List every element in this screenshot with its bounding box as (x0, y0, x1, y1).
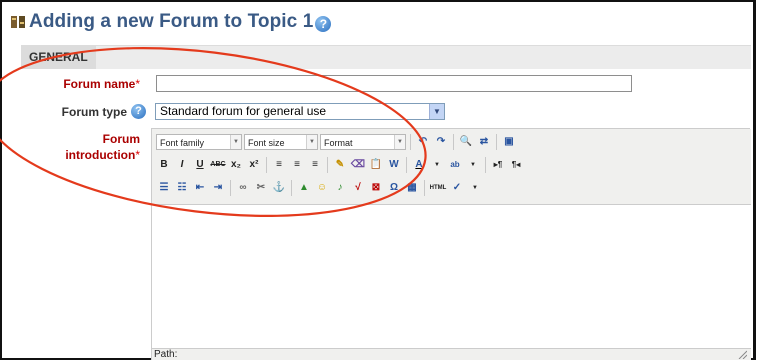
forum-type-selected-value: Standard forum for general use (160, 104, 327, 118)
toolbar-separator (291, 180, 292, 196)
page-header: Adding a new Forum to Topic 1 ? (10, 7, 332, 37)
required-mark: * (135, 77, 140, 91)
undo-icon[interactable]: ↶ (415, 134, 431, 150)
format-select[interactable]: Format ▼ (320, 134, 406, 150)
redo-icon[interactable]: ↷ (433, 134, 449, 150)
forum-type-help-icon[interactable]: ? (131, 104, 146, 119)
rich-text-editor[interactable]: Font family ▼ Font size ▼ Format ▼ ↶ ↷ 🔍 ⇄ … (151, 128, 751, 360)
special-char-icon[interactable]: Ω (386, 180, 402, 196)
toolbar-separator (327, 157, 328, 173)
replace-icon[interactable]: ⇄ (476, 134, 492, 150)
editor-path-bar: Path: (152, 348, 751, 360)
toolbar-separator (230, 180, 231, 196)
ltr-icon[interactable]: ▸¶ (490, 157, 506, 173)
fullscreen-icon[interactable]: ▣ (501, 134, 517, 150)
link-icon[interactable]: ∞ (235, 180, 251, 196)
find-icon[interactable]: 🔍 (458, 134, 474, 150)
html-icon[interactable]: HTML (429, 180, 447, 196)
align-center-icon[interactable]: ≡ (289, 157, 305, 173)
forum-intro-label: Forum introduction* (40, 131, 140, 163)
toolbar-row-1: Font family ▼ Font size ▼ Format ▼ ↶ ↷ 🔍 ⇄ … (156, 132, 517, 152)
toolbar-row-2: B I U ABC x₂ x² ≡ ≡ ≡ ✎ ⌫ 📋 W A ▼ ab ▼ ▸… (156, 155, 524, 175)
font-family-label: Font family (160, 138, 205, 148)
chevron-down-icon: ▼ (306, 135, 317, 149)
unlink-icon[interactable]: ✂ (253, 180, 269, 196)
chevron-down-icon[interactable]: ▼ (429, 157, 445, 173)
nonbreaking-icon[interactable]: ⊠ (368, 180, 384, 196)
forum-intro-label-line2: introduction (65, 148, 136, 162)
table-icon[interactable]: ▦ (404, 180, 420, 196)
required-mark: * (135, 148, 140, 162)
page-title: Adding a new Forum to Topic 1 (29, 11, 314, 32)
forum-type-select[interactable]: Standard forum for general use ▼ (155, 103, 445, 120)
toolbar-separator (266, 157, 267, 173)
align-right-icon[interactable]: ≡ (307, 157, 323, 173)
paste-word-icon[interactable]: W (386, 157, 402, 173)
outdent-icon[interactable]: ⇤ (192, 180, 208, 196)
subscript-button[interactable]: x₂ (228, 157, 244, 173)
strikethrough-button[interactable]: ABC (210, 157, 226, 173)
toolbar-separator (453, 134, 454, 150)
forum-name-label-text: Forum name (63, 77, 136, 91)
equation-icon[interactable]: √ (350, 180, 366, 196)
section-general-label[interactable]: GENERAL (21, 46, 96, 69)
spellcheck-icon[interactable]: ✓ (449, 180, 465, 196)
highlight-color-icon[interactable]: ab (447, 157, 463, 173)
font-family-select[interactable]: Font family ▼ (156, 134, 242, 150)
forum-intro-label-line1: Forum (102, 132, 140, 146)
italic-button[interactable]: I (174, 157, 190, 173)
text-color-icon[interactable]: A (411, 157, 427, 173)
align-left-icon[interactable]: ≡ (271, 157, 287, 173)
chevron-down-icon: ▼ (394, 135, 405, 149)
resize-handle-icon[interactable] (737, 349, 747, 359)
font-size-select[interactable]: Font size ▼ (244, 134, 318, 150)
forum-icon (11, 16, 25, 28)
forum-type-label-text: Forum type (61, 104, 127, 119)
chevron-down-icon: ▼ (230, 135, 241, 149)
anchor-icon[interactable]: ⚓ (271, 180, 287, 196)
forum-name-label: Forum name* (40, 77, 140, 91)
chevron-down-icon[interactable]: ▼ (429, 104, 444, 119)
eraser-icon[interactable]: ⌫ (350, 157, 366, 173)
font-size-label: Font size (248, 138, 285, 148)
editor-content-area[interactable] (152, 205, 751, 350)
toolbar-separator (410, 134, 411, 150)
paste-text-icon[interactable]: 📋 (368, 157, 384, 173)
help-icon[interactable]: ? (315, 15, 332, 32)
toolbar-separator (496, 134, 497, 150)
underline-button[interactable]: U (192, 157, 208, 173)
forum-name-input[interactable] (156, 75, 632, 92)
toolbar-separator (406, 157, 407, 173)
format-label: Format (324, 138, 353, 148)
section-header: GENERAL (21, 45, 751, 69)
path-label: Path: (154, 349, 178, 360)
editor-toolbar: Font family ▼ Font size ▼ Format ▼ ↶ ↷ 🔍 ⇄ … (152, 129, 751, 205)
toolbar-separator (485, 157, 486, 173)
media-icon[interactable]: ♪ (332, 180, 348, 196)
image-icon[interactable]: ▲ (296, 180, 312, 196)
bold-button[interactable]: B (156, 157, 172, 173)
chevron-down-icon[interactable]: ▼ (465, 157, 481, 173)
indent-icon[interactable]: ⇥ (210, 180, 226, 196)
cleanup-icon[interactable]: ✎ (332, 157, 348, 173)
rtl-icon[interactable]: ¶◂ (508, 157, 524, 173)
numbered-list-icon[interactable]: ☷ (174, 180, 190, 196)
emoticon-icon[interactable]: ☺ (314, 180, 330, 196)
toolbar-separator (424, 180, 425, 196)
chevron-down-icon[interactable]: ▼ (467, 180, 483, 196)
forum-type-label: Forum type ? (30, 104, 146, 119)
bullet-list-icon[interactable]: ☰ (156, 180, 172, 196)
toolbar-row-3: ☰ ☷ ⇤ ⇥ ∞ ✂ ⚓ ▲ ☺ ♪ √ ⊠ Ω ▦ HTML ✓ ▼ (156, 178, 483, 198)
superscript-button[interactable]: x² (246, 157, 262, 173)
